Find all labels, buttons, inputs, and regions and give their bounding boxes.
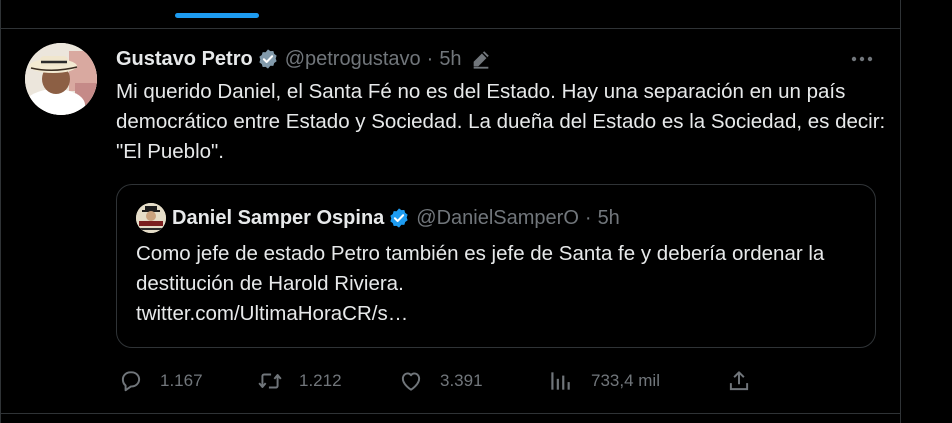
views-icon xyxy=(551,372,570,390)
like-icon xyxy=(401,372,421,391)
retweet-count: 1.212 xyxy=(299,371,342,390)
separator: · xyxy=(426,47,434,70)
quoted-header: Daniel Samper Ospina @DanielSamperO · 5h xyxy=(172,204,620,232)
verified-badge-icon xyxy=(259,49,277,69)
share-icon xyxy=(729,371,749,391)
quoted-timestamp[interactable]: 5h xyxy=(598,207,620,230)
views-count: 733,4 mil xyxy=(591,371,660,390)
reply-action[interactable]: 1.167 xyxy=(118,366,203,396)
avatar[interactable] xyxy=(25,43,97,115)
retweet-icon xyxy=(258,373,282,389)
views-action[interactable]: 733,4 mil xyxy=(547,366,660,396)
tweet-header: Gustavo Petro @petrogustavo · 5h xyxy=(116,44,492,74)
timestamp[interactable]: 5h xyxy=(439,48,461,71)
author-name[interactable]: Gustavo Petro xyxy=(116,48,253,71)
top-divider xyxy=(0,28,901,29)
bottom-divider xyxy=(0,413,901,414)
quoted-body: Como jefe de estado Petro también es jef… xyxy=(136,242,825,295)
reply-icon xyxy=(121,371,141,392)
timeline-left-border xyxy=(0,0,1,423)
like-count: 3.391 xyxy=(440,371,483,390)
quoted-link[interactable]: twitter.com/UltimaHoraCR/s… xyxy=(136,302,408,325)
retweet-action[interactable]: 1.212 xyxy=(257,366,342,396)
quoted-text: Como jefe de estado Petro también es jef… xyxy=(136,239,856,329)
edit-pencil-icon[interactable] xyxy=(470,48,492,70)
quoted-author-handle[interactable]: @DanielSamperO xyxy=(416,207,579,230)
author-handle[interactable]: @petrogustavo xyxy=(285,48,421,71)
tweet-text: Mi querido Daniel, el Santa Fé no es del… xyxy=(116,80,886,163)
timeline-right-border xyxy=(900,0,901,423)
active-tab-indicator xyxy=(175,13,259,18)
quoted-avatar[interactable] xyxy=(136,203,166,233)
quoted-author-name[interactable]: Daniel Samper Ospina xyxy=(172,207,384,230)
more-options-icon[interactable] xyxy=(849,52,875,66)
separator: · xyxy=(584,206,592,229)
verified-badge-icon xyxy=(390,208,408,228)
quoted-tweet-card[interactable]: Daniel Samper Ospina @DanielSamperO · 5h… xyxy=(116,184,876,348)
reply-count: 1.167 xyxy=(160,371,203,390)
share-action[interactable] xyxy=(726,366,752,396)
like-action[interactable]: 3.391 xyxy=(398,366,483,396)
